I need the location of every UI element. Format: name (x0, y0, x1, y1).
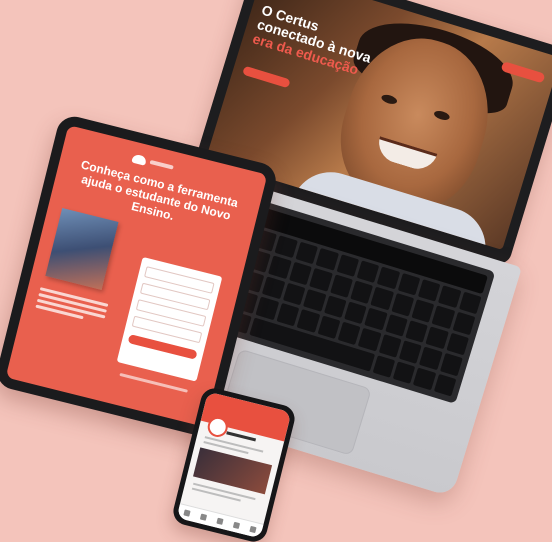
home-icon[interactable] (182, 509, 191, 517)
search-icon[interactable] (199, 513, 207, 521)
tablet-body-text (35, 287, 109, 324)
phone-tab-bar (176, 503, 264, 539)
tablet-logo-icon (131, 153, 148, 166)
inbox-icon[interactable] (232, 521, 241, 530)
tablet-logo-wordmark (149, 159, 174, 170)
hero-cta-button[interactable] (242, 65, 291, 89)
book-cover-image (45, 208, 119, 290)
signup-form (116, 256, 223, 382)
product-mockup-scene: O Certus conectado à nova era da educaçã… (0, 0, 552, 542)
add-icon[interactable] (216, 517, 224, 525)
profile-icon[interactable] (249, 525, 257, 534)
